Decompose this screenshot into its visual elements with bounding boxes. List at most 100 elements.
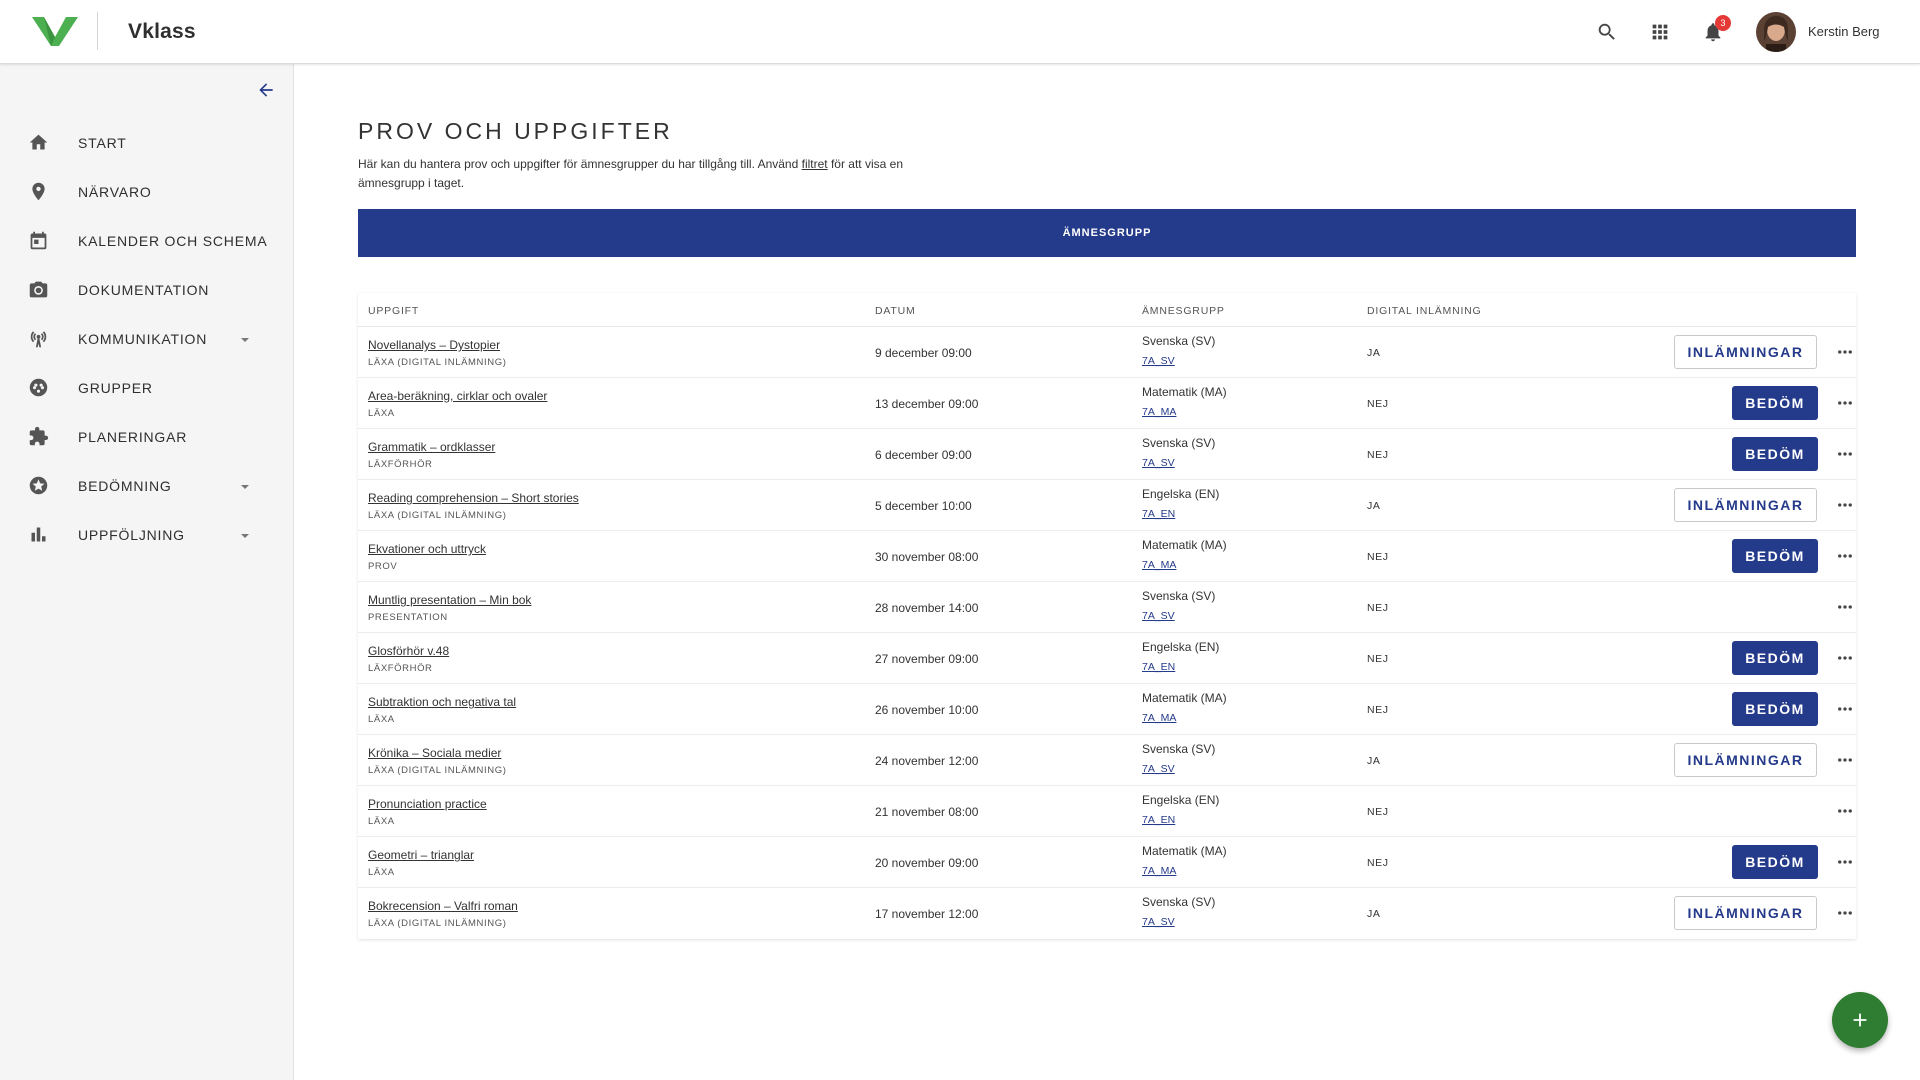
grade-button[interactable]: BEDÖM bbox=[1732, 692, 1818, 726]
task-title-link[interactable]: Area-beräkning, cirklar och ovaler bbox=[368, 389, 547, 403]
column-header-date[interactable]: DATUM bbox=[875, 305, 916, 317]
grade-button[interactable]: BEDÖM bbox=[1732, 437, 1818, 471]
chevron-down-icon[interactable] bbox=[239, 333, 251, 345]
group-code-link[interactable]: 7A_MA bbox=[1142, 865, 1227, 877]
grade-button[interactable]: BEDÖM bbox=[1732, 845, 1818, 879]
more-options-button[interactable] bbox=[1834, 446, 1856, 462]
task-title-link[interactable]: Subtraktion och negativa tal bbox=[368, 695, 516, 709]
task-type: PROV bbox=[368, 561, 398, 572]
more-options-button[interactable] bbox=[1834, 752, 1856, 768]
subject-name: Matematik (MA) bbox=[1142, 844, 1227, 858]
task-date: 28 november 14:00 bbox=[875, 601, 979, 615]
grade-button[interactable]: BEDÖM bbox=[1732, 539, 1818, 573]
more-options-button[interactable] bbox=[1834, 548, 1856, 564]
sidebar-item-grupper[interactable]: GRUPPER bbox=[0, 363, 294, 412]
group-cell: Svenska (SV) 7A_SV bbox=[1142, 436, 1215, 469]
chevron-down-icon[interactable] bbox=[239, 480, 251, 492]
vklass-logo[interactable] bbox=[32, 15, 78, 47]
sidebar-item-bedomning[interactable]: BEDÖMNING bbox=[0, 461, 294, 510]
task-title-link[interactable]: Grammatik – ordklasser bbox=[368, 440, 495, 454]
grade-button[interactable]: BEDÖM bbox=[1732, 386, 1818, 420]
task-title-link[interactable]: Reading comprehension – Short stories bbox=[368, 491, 579, 505]
apps-button[interactable] bbox=[1648, 20, 1672, 44]
task-cell: Novellanalys – Dystopier LÄXA (DIGITAL IN… bbox=[368, 338, 506, 368]
search-button[interactable] bbox=[1595, 20, 1619, 44]
filter-link[interactable]: filtret bbox=[802, 157, 828, 171]
sidebar-item-narvaro[interactable]: NÄRVARO bbox=[0, 167, 294, 216]
notifications-button[interactable]: 3 bbox=[1701, 15, 1731, 44]
group-code-link[interactable]: 7A_SV bbox=[1142, 457, 1215, 469]
submissions-button[interactable]: INLÄMNINGAR bbox=[1674, 488, 1817, 522]
add-assignment-button[interactable] bbox=[1832, 992, 1888, 1048]
more-horizontal-icon bbox=[1838, 911, 1852, 915]
search-icon bbox=[1598, 23, 1615, 40]
group-code-link[interactable]: 7A_SV bbox=[1142, 763, 1215, 775]
group-cell: Matematik (MA) 7A_MA bbox=[1142, 538, 1227, 571]
group-code-link[interactable]: 7A_MA bbox=[1142, 559, 1227, 571]
task-cell: Reading comprehension – Short stories LÄX… bbox=[368, 491, 579, 521]
task-date: 26 november 10:00 bbox=[875, 703, 979, 717]
more-options-button[interactable] bbox=[1834, 497, 1856, 513]
subject-name: Engelska (EN) bbox=[1142, 640, 1220, 654]
submissions-button[interactable]: INLÄMNINGAR bbox=[1674, 335, 1817, 369]
group-cell: Matematik (MA) 7A_MA bbox=[1142, 691, 1227, 724]
table-row: Novellanalys – Dystopier LÄXA (DIGITAL IN… bbox=[358, 327, 1856, 378]
sidebar-item-planeringar[interactable]: PLANERINGAR bbox=[0, 412, 294, 461]
subject-group-filter-button[interactable]: ÄMNESGRUPP bbox=[358, 209, 1856, 257]
task-title-link[interactable]: Muntlig presentation – Min bok bbox=[368, 593, 531, 607]
more-options-button[interactable] bbox=[1834, 344, 1856, 360]
digital-submission-value: JA bbox=[1367, 347, 1381, 359]
sidebar-item-kommunikation[interactable]: KOMMUNIKATION bbox=[0, 314, 294, 363]
submissions-button[interactable]: INLÄMNINGAR bbox=[1674, 896, 1817, 930]
submissions-button[interactable]: INLÄMNINGAR bbox=[1674, 743, 1817, 777]
group-code-link[interactable]: 7A_MA bbox=[1142, 406, 1227, 418]
column-header-group[interactable]: ÄMNESGRUPP bbox=[1142, 305, 1225, 317]
task-cell: Pronunciation practice LÄXA bbox=[368, 797, 487, 827]
task-title-link[interactable]: Geometri – trianglar bbox=[368, 848, 474, 862]
user-name[interactable]: Kerstin Berg bbox=[1808, 24, 1880, 39]
column-header-digital[interactable]: DIGITAL INLÄMNING bbox=[1367, 305, 1482, 317]
task-title-link[interactable]: Krönika – Sociala medier bbox=[368, 746, 506, 760]
task-title-link[interactable]: Bokrecension – Valfri roman bbox=[368, 899, 518, 913]
sidebar-item-uppfoljning[interactable]: UPPFÖLJNING bbox=[0, 510, 294, 559]
column-header-task[interactable]: UPPGIFT bbox=[368, 305, 419, 317]
table-row: Ekvationer och uttryck PROV 30 november 08… bbox=[358, 531, 1856, 582]
more-options-button[interactable] bbox=[1834, 650, 1856, 666]
collapse-sidebar-button[interactable] bbox=[254, 78, 278, 102]
digital-submission-value: NEJ bbox=[1367, 602, 1389, 614]
sidebar-item-start[interactable]: START bbox=[0, 118, 294, 167]
sidebar-item-label: KALENDER OCH SCHEMA bbox=[78, 232, 268, 249]
chevron-down-icon[interactable] bbox=[239, 529, 251, 541]
more-options-button[interactable] bbox=[1834, 395, 1856, 411]
grade-button[interactable]: BEDÖM bbox=[1732, 641, 1818, 675]
avatar[interactable] bbox=[1756, 12, 1796, 52]
task-title-link[interactable]: Ekvationer och uttryck bbox=[368, 542, 486, 556]
group-code-link[interactable]: 7A_EN bbox=[1142, 661, 1219, 673]
group-cell: Svenska (SV) 7A_SV bbox=[1142, 589, 1215, 622]
task-date: 6 december 09:00 bbox=[875, 448, 972, 462]
task-date: 13 december 09:00 bbox=[875, 397, 979, 411]
more-options-button[interactable] bbox=[1834, 905, 1856, 921]
more-options-button[interactable] bbox=[1834, 701, 1856, 717]
more-options-button[interactable] bbox=[1834, 803, 1856, 819]
task-title-link[interactable]: Novellanalys – Dystopier bbox=[368, 338, 506, 352]
group-code-link[interactable]: 7A_EN bbox=[1142, 508, 1219, 520]
group-code-link[interactable]: 7A_SV bbox=[1142, 610, 1215, 622]
group-code-link[interactable]: 7A_SV bbox=[1142, 916, 1215, 928]
more-options-button[interactable] bbox=[1834, 854, 1856, 870]
task-title-link[interactable]: Glosförhör v.48 bbox=[368, 644, 449, 658]
group-cell: Engelska (EN) 7A_EN bbox=[1142, 640, 1219, 673]
task-cell: Glosförhör v.48 LÄXFÖRHÖR bbox=[368, 644, 449, 674]
sidebar-item-kalender[interactable]: KALENDER OCH SCHEMA bbox=[0, 216, 294, 265]
more-horizontal-icon bbox=[1838, 350, 1852, 354]
task-title-link[interactable]: Pronunciation practice bbox=[368, 797, 487, 811]
sidebar-item-label: PLANERINGAR bbox=[78, 428, 188, 445]
group-code-link[interactable]: 7A_SV bbox=[1142, 355, 1215, 367]
table-row: Subtraktion och negativa tal LÄXA 26 novem… bbox=[358, 684, 1856, 735]
group-cell: Matematik (MA) 7A_MA bbox=[1142, 844, 1227, 877]
group-code-link[interactable]: 7A_MA bbox=[1142, 712, 1227, 724]
more-options-button[interactable] bbox=[1834, 599, 1856, 615]
sidebar-item-label: NÄRVARO bbox=[78, 183, 152, 200]
sidebar-item-dokumentation[interactable]: DOKUMENTATION bbox=[0, 265, 294, 314]
group-code-link[interactable]: 7A_EN bbox=[1142, 814, 1219, 826]
